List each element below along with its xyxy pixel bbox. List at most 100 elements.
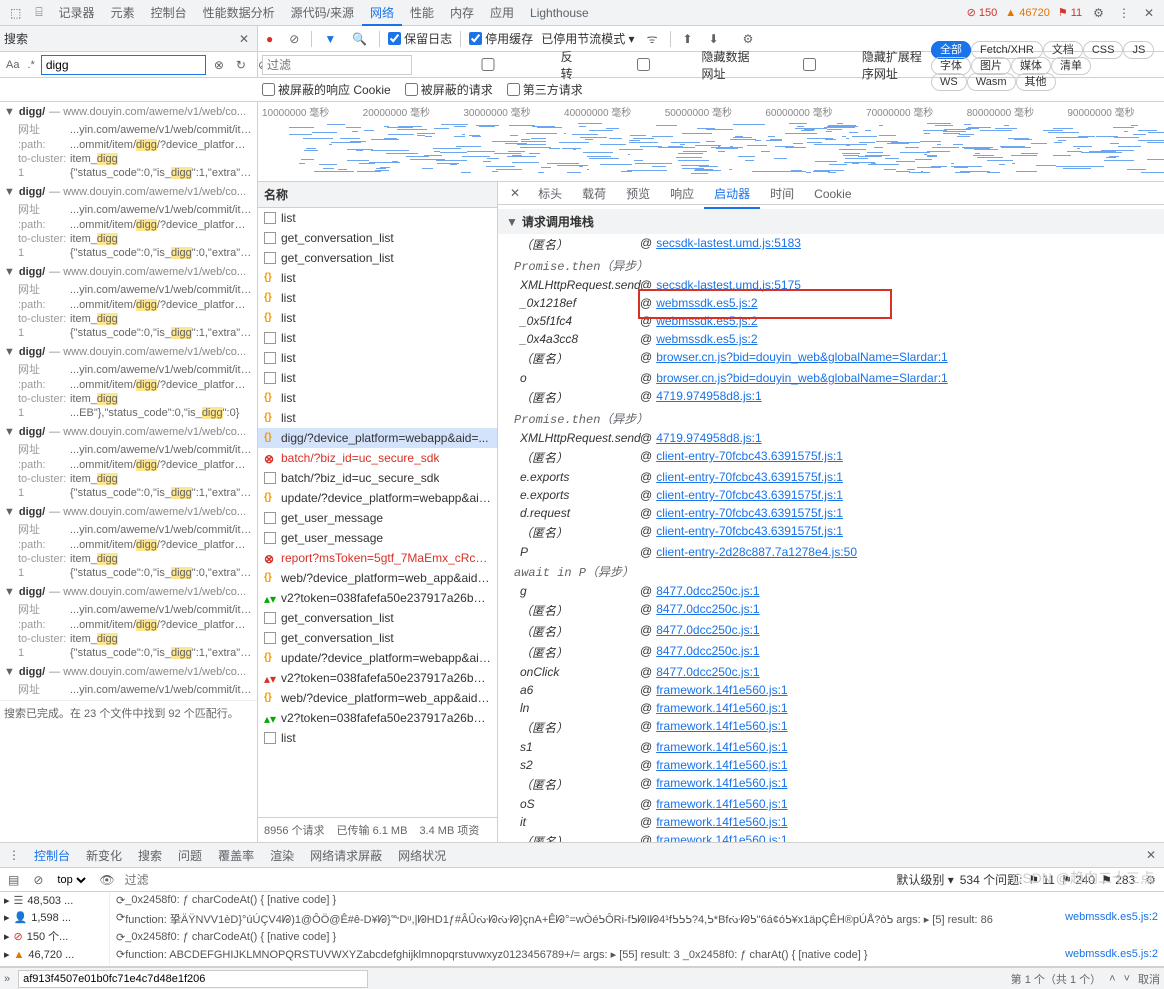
stack-frame[interactable]: _0x4a3cc8@webmssdk.es5.js:2 xyxy=(498,330,1164,348)
stack-frame[interactable]: s2@framework.14f1e560.js:1 xyxy=(498,756,1164,774)
detail-tab[interactable]: 预览 xyxy=(616,182,660,207)
request-row[interactable]: {}list xyxy=(258,288,497,308)
filter-icon[interactable]: ▼ xyxy=(320,30,340,48)
request-row[interactable]: ▴▾v2?token=038fafefa50e237917a26b6ac... xyxy=(258,588,497,608)
stack-frame[interactable]: （匿名）@secsdk-lastest.umd.js:5183 xyxy=(498,234,1164,255)
search-input[interactable] xyxy=(41,55,206,75)
log-level-select[interactable]: 默认级别 ▾ xyxy=(896,871,953,888)
filter-pill[interactable]: CSS xyxy=(1083,41,1124,59)
drawer-more-icon[interactable]: ⋮ xyxy=(4,844,24,866)
request-row[interactable]: ▴▾v2?token=038fafefa50e237917a26b6ac... xyxy=(258,708,497,728)
disable-cache-check[interactable]: 停用缓存 xyxy=(469,30,533,47)
stack-frame[interactable]: （匿名）@8477.0dcc250c.js:1 xyxy=(498,621,1164,642)
request-row[interactable]: {}digg/?device_platform=webapp&aid=... xyxy=(258,428,497,448)
console-clear-icon[interactable]: ⊘ xyxy=(29,871,47,889)
request-row[interactable]: {}update/?device_platform=webapp&aid... xyxy=(258,488,497,508)
context-select[interactable]: top xyxy=(53,873,89,887)
request-row[interactable]: batch/?biz_id=uc_secure_sdk xyxy=(258,468,497,488)
download-icon[interactable]: ⬇ xyxy=(705,30,723,48)
refresh-icon[interactable]: ↻ xyxy=(232,56,250,74)
stack-frame[interactable]: _0x1218ef@webmssdk.es5.js:2 xyxy=(498,294,1164,312)
nav-down-icon[interactable]: ˅ xyxy=(1124,973,1130,985)
wifi-icon[interactable]: ᯤ xyxy=(643,28,662,49)
filter-pill[interactable]: 清单 xyxy=(1051,57,1091,75)
request-row[interactable]: get_conversation_list xyxy=(258,628,497,648)
request-row[interactable]: get_conversation_list xyxy=(258,248,497,268)
gear-icon[interactable]: ⚙ xyxy=(739,30,758,48)
request-row[interactable]: list xyxy=(258,328,497,348)
top-tab-7[interactable]: 内存 xyxy=(442,2,482,24)
stack-frame[interactable]: _0x5f1fc4@webmssdk.es5.js:2 xyxy=(498,312,1164,330)
stack-frame[interactable]: o@browser.cn.js?bid=douyin_web&globalNam… xyxy=(498,369,1164,387)
request-row[interactable]: {}web/?device_platform=web_app&aid=... xyxy=(258,568,497,588)
settings-icon[interactable]: ⚙ xyxy=(1087,2,1110,24)
top-tab-5[interactable]: 网络 xyxy=(362,2,402,26)
stack-frame[interactable]: （匿名）@client-entry-70fcbc43.6391575f.js:1 xyxy=(498,522,1164,543)
filter-pill[interactable]: 文档 xyxy=(1043,41,1083,59)
request-row[interactable]: get_user_message xyxy=(258,528,497,548)
filter-check[interactable]: 被屏蔽的请求 xyxy=(405,81,493,98)
console-sidebar-item[interactable]: ▸☰48,503 ... xyxy=(0,892,109,909)
filter-check[interactable]: 被屏蔽的响应 Cookie xyxy=(262,81,391,98)
stack-header[interactable]: ▼请求调用堆栈 xyxy=(498,209,1164,234)
request-row[interactable]: list xyxy=(258,368,497,388)
stack-frame[interactable]: onClick@8477.0dcc250c.js:1 xyxy=(498,663,1164,681)
drawer-tab[interactable]: 渲染 xyxy=(262,845,302,867)
console-sidebar-item[interactable]: ▸▲46,720 ... xyxy=(0,946,109,963)
close-search-icon[interactable]: ✕ xyxy=(235,30,253,48)
filter-pill[interactable]: Fetch/XHR xyxy=(971,41,1043,59)
detail-tab[interactable]: Cookie xyxy=(804,182,861,207)
stack-frame[interactable]: （匿名）@8477.0dcc250c.js:1 xyxy=(498,600,1164,621)
search-result-group[interactable]: ▼digg/— www.douyin.com/aweme/v1/web/co..… xyxy=(0,262,257,342)
request-row[interactable]: list xyxy=(258,208,497,228)
top-tab-3[interactable]: 性能数据分析 xyxy=(195,2,283,24)
console-gear-icon[interactable]: ⚙ xyxy=(1141,871,1160,889)
drawer-tab[interactable]: 新变化 xyxy=(78,845,130,867)
cancel-link[interactable]: 取消 xyxy=(1138,971,1160,987)
request-row[interactable]: get_conversation_list xyxy=(258,608,497,628)
preserve-log-check[interactable]: 保留日志 xyxy=(388,30,452,47)
console-message[interactable]: ⟳ function: ABCDEFGHIJKLMNOPQRSTUVWXYZab… xyxy=(110,946,1164,963)
stack-frame[interactable]: a6@framework.14f1e560.js:1 xyxy=(498,681,1164,699)
filter-pill[interactable]: 其他 xyxy=(1016,73,1056,91)
request-row[interactable]: ⊗report?msToken=5gtf_7MaEmx_cRcPoC... xyxy=(258,548,497,568)
request-row[interactable]: ▴▾v2?token=038fafefa50e237917a26b6ac... xyxy=(258,668,497,688)
hide-ext-check[interactable]: 隐藏扩展程序网址 xyxy=(760,48,925,82)
close-detail-icon[interactable]: ✕ xyxy=(502,182,528,204)
nav-up-icon[interactable]: ˄ xyxy=(1109,973,1115,985)
top-tab-6[interactable]: 性能 xyxy=(402,2,442,24)
stack-frame[interactable]: （匿名）@8477.0dcc250c.js:1 xyxy=(498,642,1164,663)
stack-frame[interactable]: （匿名）@4719.974958d8.js:1 xyxy=(498,387,1164,408)
close-icon[interactable]: ✕ xyxy=(1138,2,1160,24)
stack-frame[interactable]: e.exports@client-entry-70fcbc43.6391575f… xyxy=(498,468,1164,486)
more-icon[interactable]: ⋮ xyxy=(1112,2,1136,24)
stack-frame[interactable]: XMLHttpRequest.send@secsdk-lastest.umd.j… xyxy=(498,276,1164,294)
top-tab-1[interactable]: 元素 xyxy=(103,2,143,24)
request-row[interactable]: {}list xyxy=(258,308,497,328)
clear-icon[interactable]: ⊘ xyxy=(285,30,303,48)
filter-pill[interactable]: WS xyxy=(931,73,967,91)
request-row[interactable]: get_user_message xyxy=(258,508,497,528)
request-row[interactable]: get_conversation_list xyxy=(258,228,497,248)
match-case-icon[interactable]: Aa xyxy=(4,57,21,73)
status-input[interactable] xyxy=(18,970,368,988)
search-result-group[interactable]: ▼digg/— www.douyin.com/aweme/v1/web/co..… xyxy=(0,182,257,262)
stack-frame[interactable]: oS@framework.14f1e560.js:1 xyxy=(498,795,1164,813)
stack-frame[interactable]: （匿名）@framework.14f1e560.js:1 xyxy=(498,831,1164,842)
info-count[interactable]: ⚑ 11 xyxy=(1055,6,1085,19)
stack-frame[interactable]: （匿名）@framework.14f1e560.js:1 xyxy=(498,717,1164,738)
top-tab-4[interactable]: 源代码/来源 xyxy=(283,2,362,24)
filter-input[interactable] xyxy=(262,55,412,75)
drawer-tab[interactable]: 网络状况 xyxy=(390,845,454,867)
drawer-tab[interactable]: 网络请求屏蔽 xyxy=(302,845,390,867)
drawer-tab[interactable]: 覆盖率 xyxy=(210,845,262,867)
console-sidebar-icon[interactable]: ▤ xyxy=(4,871,23,889)
top-tab-8[interactable]: 应用 xyxy=(482,2,522,24)
eye-icon[interactable]: 👁 xyxy=(95,871,118,889)
request-row[interactable]: {}list xyxy=(258,408,497,428)
filter-pill[interactable]: 字体 xyxy=(931,57,971,75)
stack-frame[interactable]: g@8477.0dcc250c.js:1 xyxy=(498,582,1164,600)
filter-pill[interactable]: Wasm xyxy=(967,73,1016,91)
request-row[interactable]: {}update/?device_platform=webapp&aid... xyxy=(258,648,497,668)
stack-frame[interactable]: P@client-entry-2d28c887.7a1278e4.js:50 xyxy=(498,543,1164,561)
